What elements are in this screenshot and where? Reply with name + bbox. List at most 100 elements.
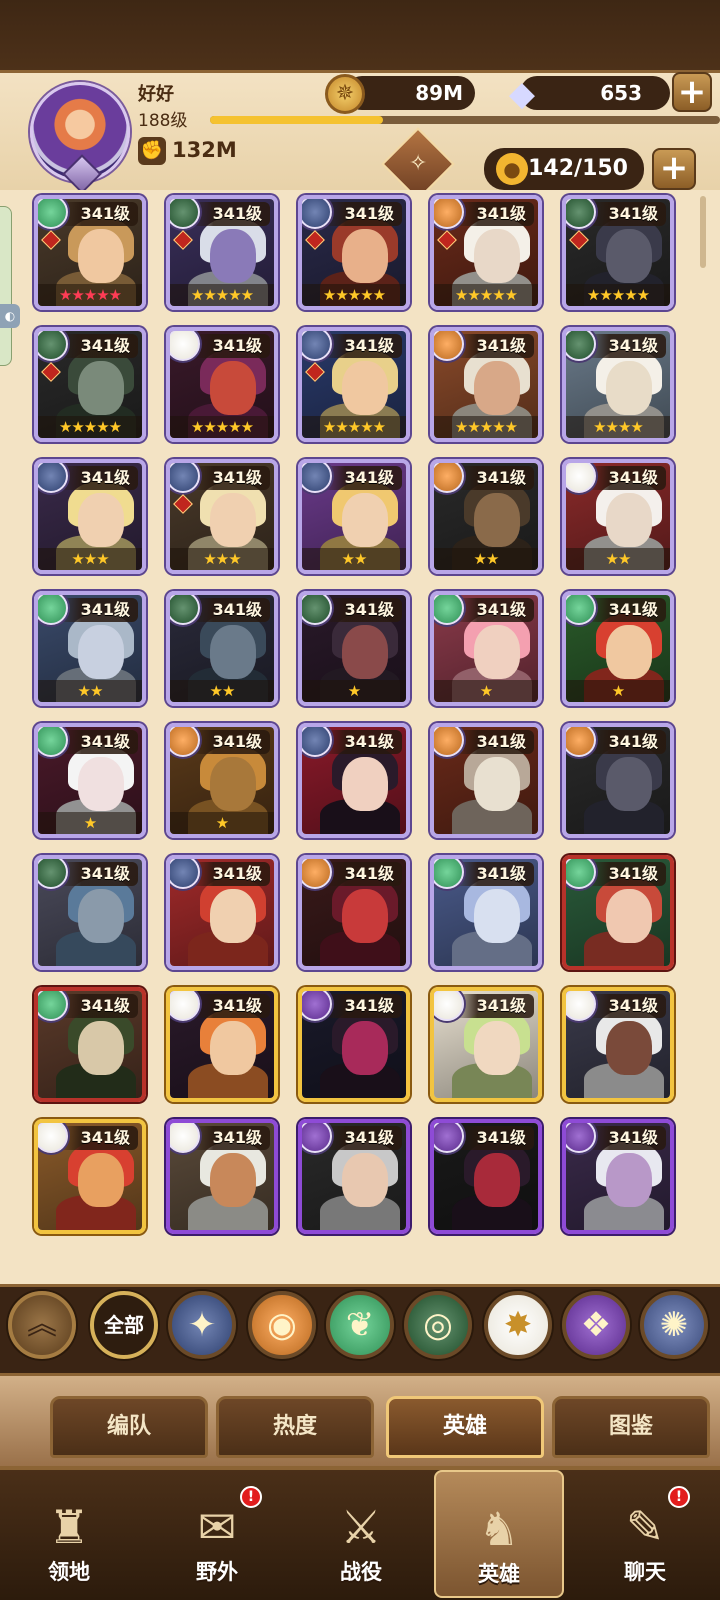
hero-face <box>210 625 256 679</box>
hero-card[interactable]: 341级 ★★★★★ <box>34 327 146 442</box>
hero-level: 341级 <box>320 334 402 358</box>
hero-card[interactable]: 341级 <box>562 855 674 970</box>
side-tab[interactable] <box>0 206 12 366</box>
hero-level: 341级 <box>56 334 138 358</box>
nav-item-3[interactable]: ♞ 英雄 <box>434 1470 564 1598</box>
celestial-icon[interactable]: ✸ <box>484 1291 552 1359</box>
hero-face <box>606 229 652 283</box>
hero-card[interactable]: 341级 ★ <box>562 591 674 706</box>
subtab-0[interactable]: 编队 <box>50 1396 208 1458</box>
darkgreen-faction-icon <box>302 595 332 625</box>
hero-level: 341级 <box>320 730 402 754</box>
hero-card[interactable]: 341级 ★★★★★ <box>166 327 278 442</box>
darkgreen-faction-icon <box>38 859 68 889</box>
add-diamonds-button[interactable]: + <box>672 72 712 112</box>
hero-card[interactable]: 341级 ★★ <box>166 591 278 706</box>
hero-card[interactable]: 341级 <box>298 855 410 970</box>
hero-level: 341级 <box>584 466 666 490</box>
hero-face <box>210 229 256 283</box>
grid-scrollbar[interactable] <box>700 196 706 268</box>
dimensional-icon[interactable]: ✺ <box>640 1291 708 1359</box>
hero-stars: ★★★★★ <box>434 416 538 438</box>
green-faction-icon <box>434 859 464 889</box>
hero-card[interactable]: 341级 ★★★★★ <box>34 195 146 310</box>
hero-card[interactable]: 341级 <box>166 987 278 1102</box>
hero-level: 341级 <box>452 334 534 358</box>
hero-card[interactable]: 341级 <box>34 855 146 970</box>
hero-card[interactable]: 341级 ★ <box>298 591 410 706</box>
hero-face <box>78 757 124 811</box>
hero-card[interactable]: 341级 <box>298 987 410 1102</box>
hero-stars: ★★ <box>38 680 142 702</box>
hero-face <box>474 493 520 547</box>
hero-card[interactable]: 341级 <box>562 987 674 1102</box>
hero-card[interactable]: 341级 ★★ <box>562 459 674 574</box>
hero-card[interactable]: 341级 ★ <box>34 723 146 838</box>
hero-card[interactable]: 341级 ★★★★★ <box>430 327 542 442</box>
hero-card[interactable]: 341级 <box>34 1119 146 1234</box>
subtab-1[interactable]: 热度 <box>216 1396 374 1458</box>
graveborn-icon[interactable]: ◎ <box>404 1291 472 1359</box>
hero-card[interactable]: 341级 <box>562 1119 674 1234</box>
hero-card[interactable]: 341级 ★ <box>166 723 278 838</box>
hero-card[interactable]: 341级 ★★★★★ <box>562 195 674 310</box>
hero-face <box>342 229 388 283</box>
hero-level: 341级 <box>452 202 534 226</box>
hero-card[interactable]: 341级 ★ <box>430 591 542 706</box>
hero-card[interactable]: 341级 <box>34 987 146 1102</box>
hero-face <box>606 889 652 943</box>
hero-face <box>342 493 388 547</box>
hero-stars: ★★★ <box>38 548 142 570</box>
hero-card[interactable]: 341级 ★★★ <box>166 459 278 574</box>
hero-card[interactable]: 341级 ★★★ <box>34 459 146 574</box>
lightbearer-icon[interactable]: ✦ <box>168 1291 236 1359</box>
hero-face <box>78 1153 124 1207</box>
hero-card[interactable]: 341级 ★★★★★ <box>430 195 542 310</box>
hero-level: 341级 <box>584 730 666 754</box>
hero-level: 341级 <box>188 466 270 490</box>
hero-card[interactable]: 341级 <box>430 987 542 1102</box>
nav-label: 英雄 <box>478 1562 520 1586</box>
mauler-icon[interactable]: ◉ <box>248 1291 316 1359</box>
hero-card[interactable]: 341级 ★★ <box>430 459 542 574</box>
hero-card[interactable]: 341级 <box>562 723 674 838</box>
hero-card[interactable]: 341级 ★★★★★ <box>298 327 410 442</box>
hero-level: 341级 <box>584 202 666 226</box>
hero-card[interactable]: 341级 ★★★★ <box>562 327 674 442</box>
hero-card[interactable]: 341级 <box>166 855 278 970</box>
collapse-icon[interactable]: ︽ <box>8 1291 76 1359</box>
hypogean-icon[interactable]: ❖ <box>562 1291 630 1359</box>
xp-bar-fill <box>210 116 384 124</box>
subtab-3[interactable]: 图鉴 <box>552 1396 710 1458</box>
hero-level: 341级 <box>56 862 138 886</box>
hero-card[interactable]: 341级 ★★★★★ <box>298 195 410 310</box>
hero-card[interactable]: 341级 ★★★★★ <box>166 195 278 310</box>
hero-card[interactable]: 341级 <box>430 1119 542 1234</box>
hero-card[interactable]: 341级 ★★ <box>34 591 146 706</box>
hero-level: 341级 <box>584 1126 666 1150</box>
hero-card[interactable]: 341级 ★★ <box>298 459 410 574</box>
hero-level: 341级 <box>584 862 666 886</box>
wilder-icon[interactable]: ❦ <box>326 1291 394 1359</box>
side-tab-icon[interactable]: ◐ <box>0 304 20 328</box>
hero-card[interactable]: 341级 <box>430 855 542 970</box>
filter-all-button[interactable]: 全部 <box>90 1291 158 1359</box>
hero-face <box>606 1021 652 1075</box>
hero-stars: ★ <box>434 680 538 702</box>
hero-card[interactable]: 341级 <box>298 1119 410 1234</box>
hero-card[interactable]: 341级 <box>166 1119 278 1234</box>
nav-item-4[interactable]: ✎ 聊天 <box>580 1490 710 1594</box>
add-capacity-button[interactable]: + <box>652 148 696 190</box>
nav-item-0[interactable]: ♜ 领地 <box>4 1490 134 1594</box>
hero-stars: ★★ <box>566 548 670 570</box>
blue-faction-icon <box>302 463 332 493</box>
hero-face <box>474 361 520 415</box>
notification-badge: ! <box>240 1486 262 1508</box>
hero-card[interactable]: 341级 <box>298 723 410 838</box>
hero-level: 341级 <box>320 202 402 226</box>
hero-card[interactable]: 341级 <box>430 723 542 838</box>
hero-face <box>342 889 388 943</box>
subtab-2[interactable]: 英雄 <box>386 1396 544 1458</box>
nav-item-2[interactable]: ⚔ 战役 <box>296 1490 426 1594</box>
nav-item-1[interactable]: ✉ 野外 <box>152 1490 282 1594</box>
